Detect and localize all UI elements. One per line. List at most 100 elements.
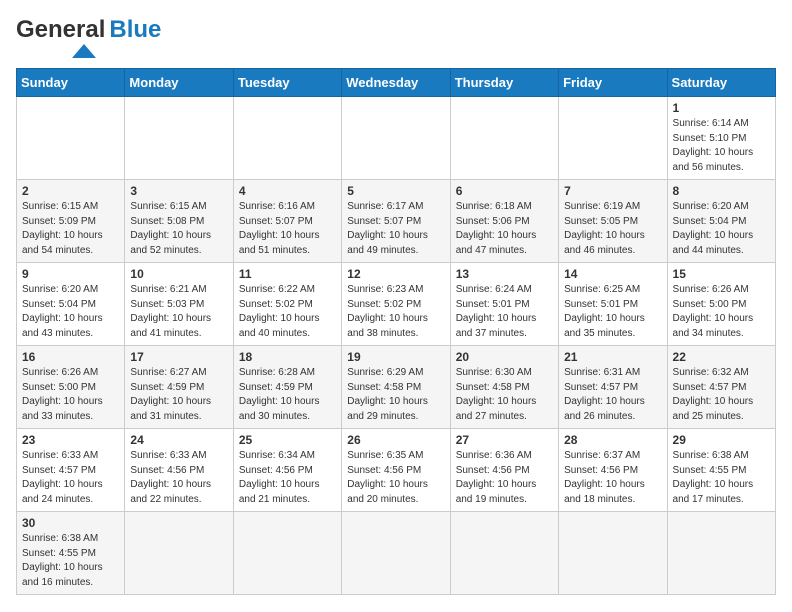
cell-info: Sunrise: 6:27 AM Sunset: 4:59 PM Dayligh… [130,366,227,424]
calendar-cell: 27Sunrise: 6:36 AM Sunset: 4:56 PM Dayli… [450,429,558,512]
day-number: 2 [22,184,119,198]
calendar-cell: 18 Sunrise: 6:28 AM Sunset: 4:59 PM Dayli… [233,346,341,429]
weekday-header: Friday [559,69,667,97]
day-number: 24 [130,433,227,447]
calendar-cell [342,97,450,180]
calendar-cell: 17 Sunrise: 6:27 AM Sunset: 4:59 PM Dayli… [125,346,233,429]
calendar-cell: 7 Sunrise: 6:19 AM Sunset: 5:05 PM Daylig… [559,180,667,263]
calendar-week-row: 30 Sunrise: 6:38 AM Sunset: 4:55 PM Dayli… [17,512,776,595]
cell-info: Sunrise: 6:37 AM Sunset: 4:56 PM Dayligh… [564,449,661,507]
day-number: 5 [347,184,444,198]
calendar-cell: 28Sunrise: 6:37 AM Sunset: 4:56 PM Dayli… [559,429,667,512]
cell-info: Sunrise: 6:14 AM Sunset: 5:10 PM Dayligh… [673,117,770,175]
cell-info: Sunrise: 6:38 AM Sunset: 4:55 PM Dayligh… [22,532,119,590]
day-number: 23 [22,433,119,447]
day-number: 17 [130,350,227,364]
day-number: 21 [564,350,661,364]
day-number: 19 [347,350,444,364]
cell-info: Sunrise: 6:26 AM Sunset: 5:00 PM Dayligh… [22,366,119,424]
calendar-cell: 22 Sunrise: 6:32 AM Sunset: 4:57 PM Dayli… [667,346,775,429]
calendar-cell: 25 Sunrise: 6:34 AM Sunset: 4:56 PM Dayli… [233,429,341,512]
calendar-cell: 3Sunrise: 6:15 AM Sunset: 5:08 PM Daylig… [125,180,233,263]
calendar-cell: 12 Sunrise: 6:23 AM Sunset: 5:02 PM Dayli… [342,263,450,346]
cell-info: Sunrise: 6:35 AM Sunset: 4:56 PM Dayligh… [347,449,444,507]
cell-info: Sunrise: 6:18 AM Sunset: 5:06 PM Dayligh… [456,200,553,258]
cell-info: Sunrise: 6:26 AM Sunset: 5:00 PM Dayligh… [673,283,770,341]
cell-info: Sunrise: 6:29 AM Sunset: 4:58 PM Dayligh… [347,366,444,424]
calendar-cell: 8Sunrise: 6:20 AM Sunset: 5:04 PM Daylig… [667,180,775,263]
cell-info: Sunrise: 6:28 AM Sunset: 4:59 PM Dayligh… [239,366,336,424]
day-number: 29 [673,433,770,447]
cell-info: Sunrise: 6:20 AM Sunset: 5:04 PM Dayligh… [22,283,119,341]
calendar-cell: 4Sunrise: 6:16 AM Sunset: 5:07 PM Daylig… [233,180,341,263]
cell-info: Sunrise: 6:15 AM Sunset: 5:09 PM Dayligh… [22,200,119,258]
day-number: 22 [673,350,770,364]
day-number: 15 [673,267,770,281]
logo: General Blue [16,16,161,58]
calendar-cell: 24 Sunrise: 6:33 AM Sunset: 4:56 PM Dayli… [125,429,233,512]
calendar-cell: 26 Sunrise: 6:35 AM Sunset: 4:56 PM Dayli… [342,429,450,512]
day-number: 25 [239,433,336,447]
day-number: 26 [347,433,444,447]
calendar-week-row: 23 Sunrise: 6:33 AM Sunset: 4:57 PM Dayli… [17,429,776,512]
day-number: 4 [239,184,336,198]
calendar-cell: 19 Sunrise: 6:29 AM Sunset: 4:58 PM Dayli… [342,346,450,429]
day-number: 16 [22,350,119,364]
weekday-header: Wednesday [342,69,450,97]
calendar-cell: 30 Sunrise: 6:38 AM Sunset: 4:55 PM Dayli… [17,512,125,595]
calendar-cell [450,97,558,180]
calendar-cell: 5 Sunrise: 6:17 AM Sunset: 5:07 PM Daylig… [342,180,450,263]
calendar-table: SundayMondayTuesdayWednesdayThursdayFrid… [16,68,776,595]
calendar-week-row: 2 Sunrise: 6:15 AM Sunset: 5:09 PM Daylig… [17,180,776,263]
calendar-header-row: SundayMondayTuesdayWednesdayThursdayFrid… [17,69,776,97]
calendar-week-row: 9Sunrise: 6:20 AM Sunset: 5:04 PM Daylig… [17,263,776,346]
calendar-cell: 2 Sunrise: 6:15 AM Sunset: 5:09 PM Daylig… [17,180,125,263]
cell-info: Sunrise: 6:32 AM Sunset: 4:57 PM Dayligh… [673,366,770,424]
cell-info: Sunrise: 6:38 AM Sunset: 4:55 PM Dayligh… [673,449,770,507]
cell-info: Sunrise: 6:17 AM Sunset: 5:07 PM Dayligh… [347,200,444,258]
logo-triangle [72,44,96,58]
calendar-cell [17,97,125,180]
day-number: 11 [239,267,336,281]
cell-info: Sunrise: 6:34 AM Sunset: 4:56 PM Dayligh… [239,449,336,507]
calendar-cell: 10Sunrise: 6:21 AM Sunset: 5:03 PM Dayli… [125,263,233,346]
day-number: 18 [239,350,336,364]
day-number: 6 [456,184,553,198]
cell-info: Sunrise: 6:31 AM Sunset: 4:57 PM Dayligh… [564,366,661,424]
weekday-header: Saturday [667,69,775,97]
cell-info: Sunrise: 6:19 AM Sunset: 5:05 PM Dayligh… [564,200,661,258]
cell-info: Sunrise: 6:36 AM Sunset: 4:56 PM Dayligh… [456,449,553,507]
calendar-week-row: 16 Sunrise: 6:26 AM Sunset: 5:00 PM Dayli… [17,346,776,429]
day-number: 12 [347,267,444,281]
day-number: 7 [564,184,661,198]
calendar-cell: 6 Sunrise: 6:18 AM Sunset: 5:06 PM Daylig… [450,180,558,263]
day-number: 14 [564,267,661,281]
cell-info: Sunrise: 6:33 AM Sunset: 4:56 PM Dayligh… [130,449,227,507]
day-number: 30 [22,516,119,530]
calendar-cell: 9Sunrise: 6:20 AM Sunset: 5:04 PM Daylig… [17,263,125,346]
cell-info: Sunrise: 6:15 AM Sunset: 5:08 PM Dayligh… [130,200,227,258]
calendar-cell [450,512,558,595]
weekday-header: Tuesday [233,69,341,97]
cell-info: Sunrise: 6:23 AM Sunset: 5:02 PM Dayligh… [347,283,444,341]
day-number: 13 [456,267,553,281]
cell-info: Sunrise: 6:33 AM Sunset: 4:57 PM Dayligh… [22,449,119,507]
calendar-cell [233,97,341,180]
page-header: General Blue [16,16,776,58]
calendar-cell [125,512,233,595]
cell-info: Sunrise: 6:25 AM Sunset: 5:01 PM Dayligh… [564,283,661,341]
calendar-cell [342,512,450,595]
cell-info: Sunrise: 6:22 AM Sunset: 5:02 PM Dayligh… [239,283,336,341]
calendar-cell: 15 Sunrise: 6:26 AM Sunset: 5:00 PM Dayli… [667,263,775,346]
calendar-cell [233,512,341,595]
day-number: 8 [673,184,770,198]
calendar-cell [125,97,233,180]
calendar-cell: 29 Sunrise: 6:38 AM Sunset: 4:55 PM Dayli… [667,429,775,512]
calendar-cell [559,512,667,595]
cell-info: Sunrise: 6:30 AM Sunset: 4:58 PM Dayligh… [456,366,553,424]
calendar-cell: 20Sunrise: 6:30 AM Sunset: 4:58 PM Dayli… [450,346,558,429]
weekday-header: Thursday [450,69,558,97]
weekday-header: Sunday [17,69,125,97]
calendar-cell [667,512,775,595]
logo-general: General [16,16,105,44]
